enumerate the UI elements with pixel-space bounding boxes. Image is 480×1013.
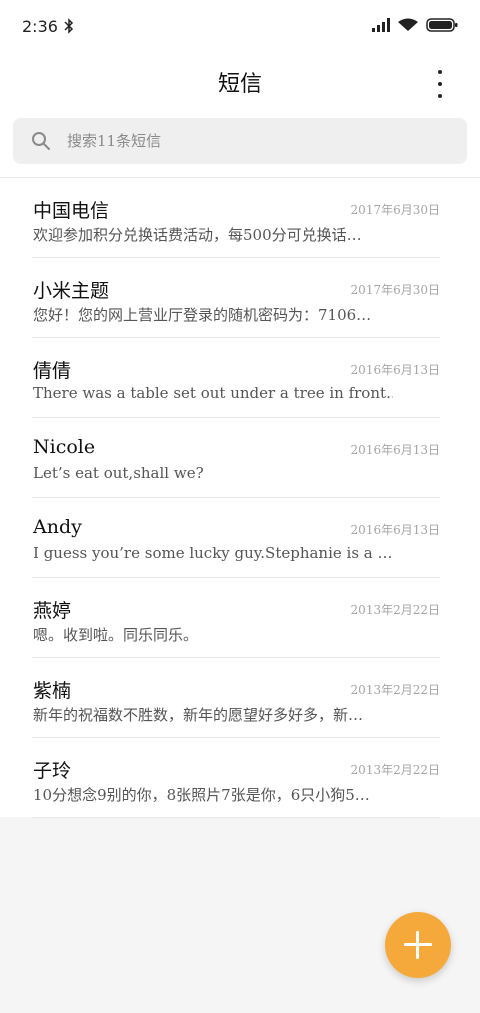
message-preview: 您好！您的网上营业厅登录的随机密码为：7106…	[33, 306, 372, 324]
message-preview: 嗯。收到啦。同乐同乐。	[33, 626, 199, 644]
message-date: 2017年6月30日	[350, 283, 440, 297]
conversation-item[interactable]: Andy 2016年6月13日 I guess you’re some luck…	[32, 498, 440, 578]
search-section	[0, 112, 480, 178]
conversation-item[interactable]: 子玲 2013年2月22日 10分想念9别的你，8张照片7张是你，6只小狗5…	[32, 738, 440, 818]
contact-name: Nicole	[33, 436, 96, 458]
search-icon	[31, 131, 51, 151]
message-preview: Let’s eat out,shall we?	[33, 464, 204, 482]
message-date: 2013年2月22日	[350, 603, 440, 617]
conversation-item[interactable]: Nicole 2016年6月13日 Let’s eat out,shall we…	[32, 418, 440, 498]
message-date: 2016年6月13日	[350, 443, 440, 457]
more-options-button[interactable]	[428, 70, 452, 98]
message-date: 2013年2月22日	[350, 683, 440, 697]
more-vertical-icon	[438, 70, 442, 74]
app-header: 短信	[0, 52, 480, 112]
conversation-item[interactable]: 紫楠 2013年2月22日 新年的祝福数不胜数，新年的愿望好多好多，新…	[32, 658, 440, 738]
message-list: 中国电信 2017年6月30日 欢迎参加积分兑换话费活动，每500分可兑换话… …	[0, 177, 480, 818]
status-icons	[372, 17, 458, 36]
search-bar[interactable]	[13, 118, 467, 164]
bluetooth-icon	[64, 18, 74, 34]
conversation-item[interactable]: 燕婷 2013年2月22日 嗯。收到啦。同乐同乐。	[32, 578, 440, 658]
contact-name: 子玲	[33, 760, 72, 782]
message-preview: I guess you’re some lucky guy.Stephanie …	[33, 544, 393, 562]
contact-name: 中国电信	[33, 200, 110, 222]
contact-name: 紫楠	[33, 680, 72, 702]
message-date: 2016年6月13日	[350, 363, 440, 377]
battery-icon	[426, 17, 458, 36]
contact-name: 倩倩	[33, 360, 72, 382]
wifi-icon	[398, 17, 418, 36]
message-preview: 欢迎参加积分兑换话费活动，每500分可兑换话…	[33, 226, 362, 244]
plus-icon	[404, 931, 432, 959]
status-time: 2:36	[22, 16, 58, 36]
status-bar: 2:36	[0, 0, 480, 52]
message-preview: There was a table set out under a tree i…	[33, 384, 393, 402]
conversation-item[interactable]: 中国电信 2017年6月30日 欢迎参加积分兑换话费活动，每500分可兑换话…	[32, 178, 440, 258]
message-date: 2016年6月13日	[350, 523, 440, 537]
message-date: 2017年6月30日	[350, 203, 440, 217]
new-message-button[interactable]	[385, 912, 451, 978]
contact-name: 小米主题	[33, 280, 110, 302]
contact-name: 燕婷	[33, 600, 72, 622]
message-preview: 10分想念9别的你，8张照片7张是你，6只小狗5…	[33, 786, 370, 804]
page-title: 短信	[217, 72, 262, 97]
contact-name: Andy	[33, 516, 82, 538]
conversation-item[interactable]: 倩倩 2016年6月13日 There was a table set out …	[32, 338, 440, 418]
more-vertical-icon-dot	[438, 94, 442, 98]
signal-icon	[372, 17, 390, 36]
conversation-item[interactable]: 小米主题 2017年6月30日 您好！您的网上营业厅登录的随机密码为：7106…	[32, 258, 440, 338]
message-preview: 新年的祝福数不胜数，新年的愿望好多好多，新…	[33, 706, 364, 724]
messages-screen: 2:36 短信 搜索11条短信 中国电信 2017年6月30日 欢迎参加积分兑换…	[0, 0, 480, 1013]
search-input[interactable]	[67, 132, 407, 150]
message-date: 2013年2月22日	[350, 763, 440, 777]
more-vertical-icon-dot	[438, 82, 442, 86]
